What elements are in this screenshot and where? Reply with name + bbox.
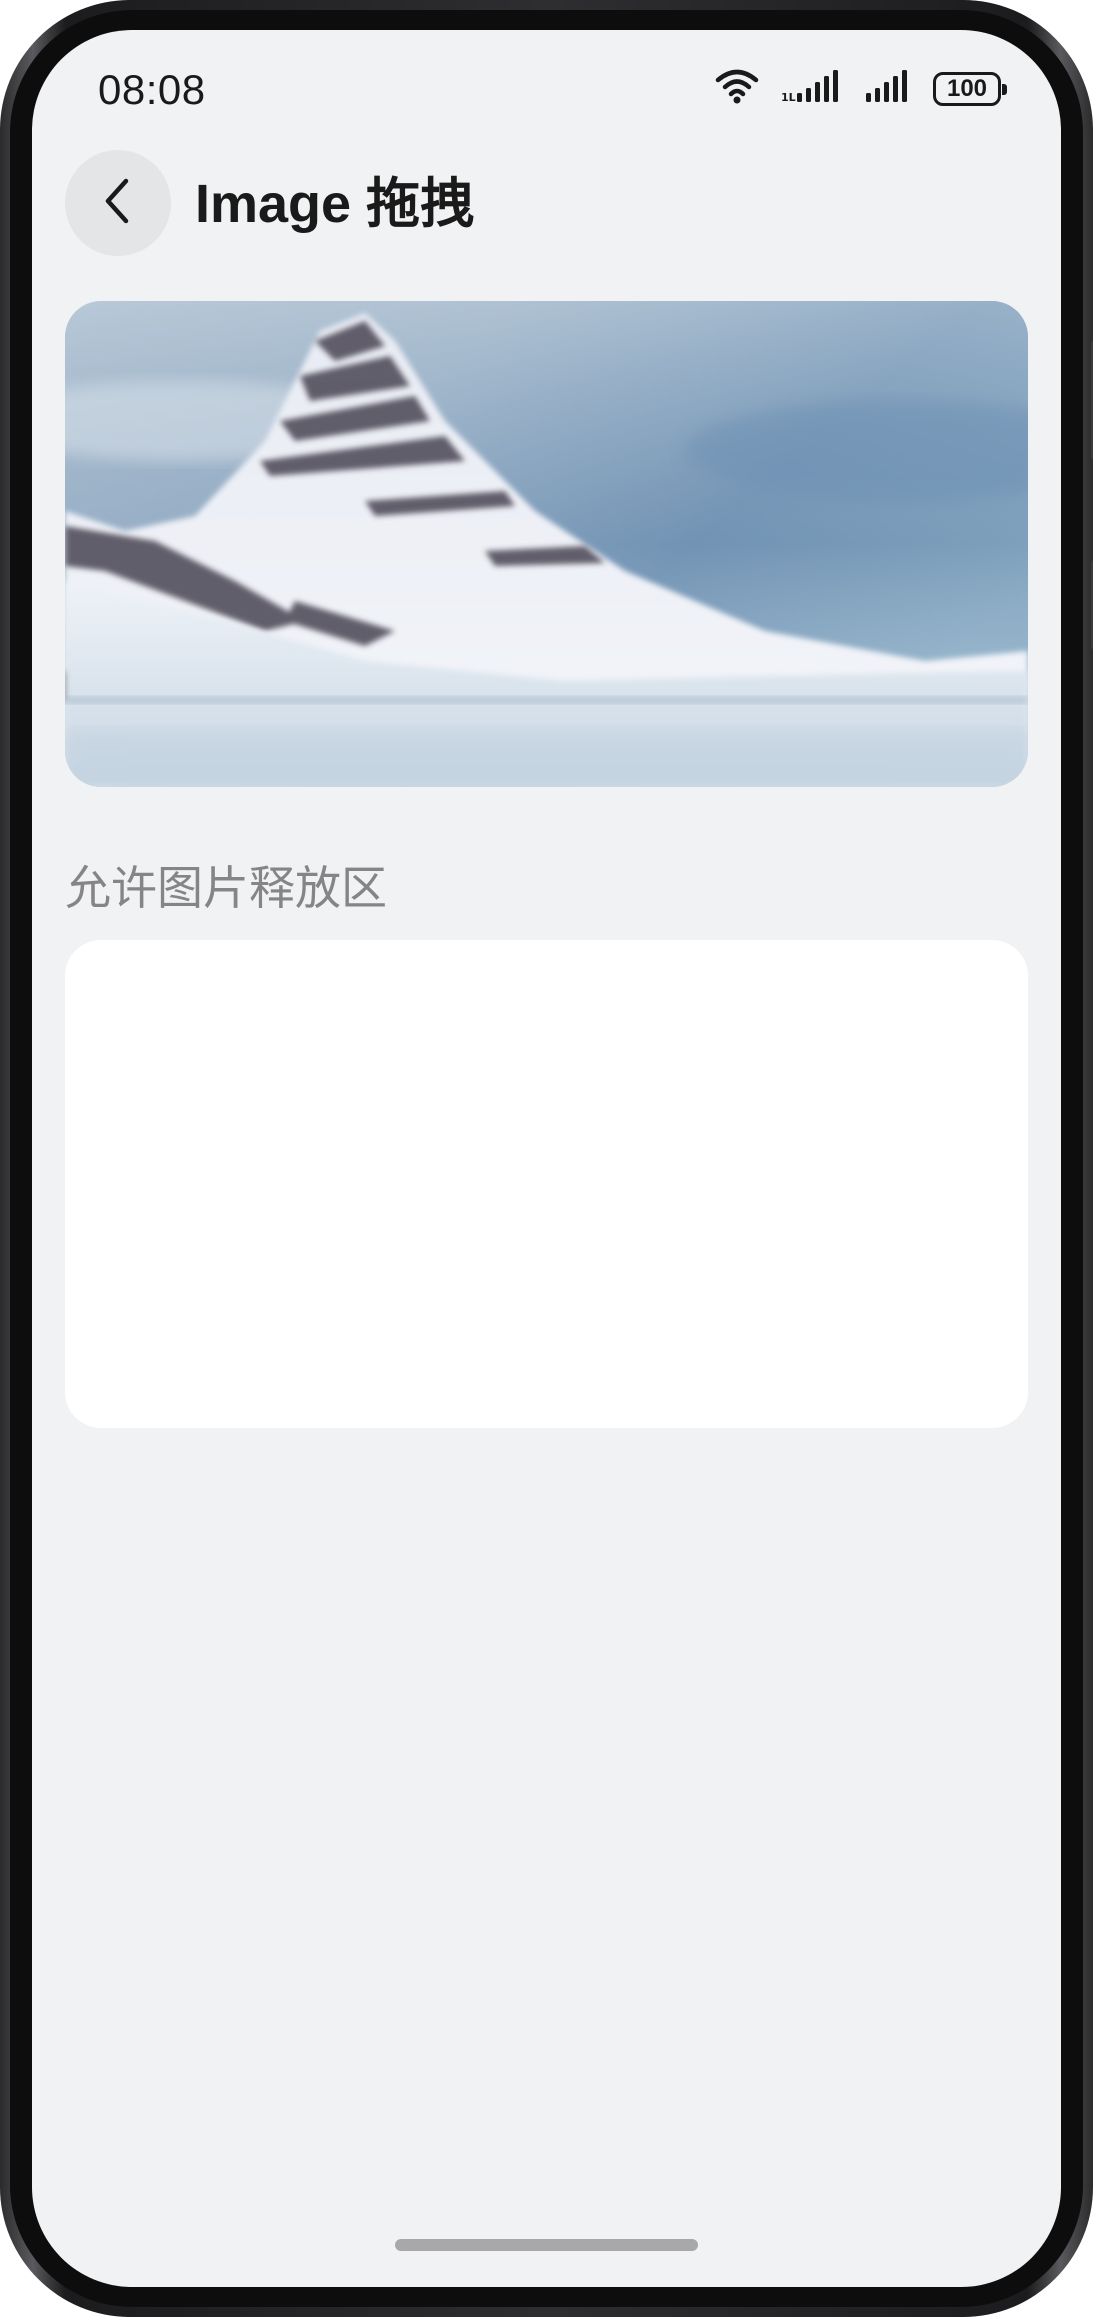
draggable-image[interactable] xyxy=(65,301,1028,787)
status-bar: 08:08 1L 100 xyxy=(32,30,1061,150)
battery-level: 100 xyxy=(946,74,988,102)
status-time: 08:08 xyxy=(98,66,206,113)
signal-icon: 1L xyxy=(781,69,843,108)
svg-text:1L: 1L xyxy=(781,91,796,103)
chevron-left-icon xyxy=(98,177,138,230)
page-title: Image 拖拽 xyxy=(195,174,475,234)
drop-zone-label: 允许图片释放区 xyxy=(65,862,387,914)
wifi-icon xyxy=(715,68,759,109)
home-indicator[interactable] xyxy=(395,2239,698,2251)
image-drop-zone[interactable] xyxy=(65,940,1028,1428)
battery-icon: 100 xyxy=(933,71,1007,106)
screen: 08:08 1L 100 Image 拖拽 允许图片释放区 xyxy=(32,30,1061,2287)
back-button[interactable] xyxy=(65,150,171,256)
status-icons: 1L 100 xyxy=(715,68,1007,109)
phone-frame: 08:08 1L 100 Image 拖拽 允许图片释放区 xyxy=(0,0,1093,2317)
mountain-image xyxy=(65,301,1028,787)
signal-icon xyxy=(865,69,911,108)
